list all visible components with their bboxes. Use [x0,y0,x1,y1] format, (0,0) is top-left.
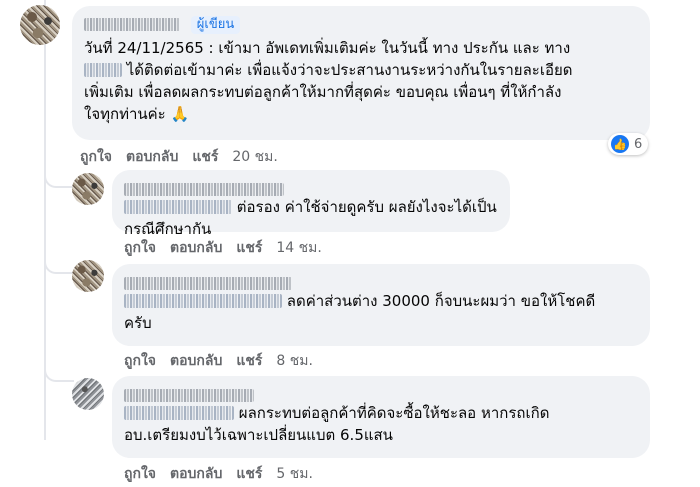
share-button[interactable]: แชร์ [236,463,262,485]
timestamp[interactable]: 5 ชม. [276,463,313,485]
mention-blurred[interactable] [124,406,234,420]
author-name-blurred[interactable] [84,18,180,31]
comment-text-line: ได้ติดต่อเข้ามาค่ะ เพื่อแจ้งว่าจะประสานง… [84,59,638,81]
reaction-summary[interactable]: 👍 6 [608,133,649,155]
reply-text-line: ครับ [124,314,152,332]
comment-author-row: ผู้เขียน [84,13,638,37]
reply-author-blurred[interactable] [124,183,284,196]
reply-connector [44,364,74,382]
reply-actions: ถูกใจ ตอบกลับ แชร์ 14 ชม. [124,237,322,259]
comment-text-line: วันที่ 24/11/2565 : เข้ามา อัพเดทเพิ่มเต… [84,39,571,57]
thumbs-up-icon: 👍 [611,135,629,153]
reply-text-line: ลดค่าส่วนต่าง 30000 ก็จบนะผมว่า ขอให้โชค… [124,290,638,312]
reply-text-line: ต่อรอง ค่าใช้จ่ายดูครับ ผลยังไงจะได้เป็น… [124,198,497,238]
share-button[interactable]: แชร์ [192,146,218,168]
reply-bubble: ลดค่าส่วนต่าง 30000 ก็จบนะผมว่า ขอให้โชค… [112,264,650,346]
reply-button[interactable]: ตอบกลับ [170,237,222,259]
reply-button[interactable]: ตอบกลับ [126,146,178,168]
reply-author-blurred[interactable] [124,389,254,402]
avatar[interactable] [72,260,104,292]
share-button[interactable]: แชร์ [236,237,262,259]
mention-blurred[interactable] [124,294,282,308]
reaction-count: 6 [634,136,643,152]
like-button[interactable]: ถูกใจ [124,237,156,259]
reply-bubble: ผลกระทบต่อลูกค้าที่คิดจะซื้อให้ชะลอ หากร… [112,376,650,458]
reply-author-blurred[interactable] [124,277,292,290]
author-badge: ผู้เขียน [190,15,241,34]
reply-button[interactable]: ตอบกลับ [170,463,222,485]
reply-button[interactable]: ตอบกลับ [170,350,222,372]
comment-actions: ถูกใจ ตอบกลับ แชร์ 20 ชม. [80,146,278,168]
comment-text-line: เพิ่มเติม เพื่อลดผลกระทบต่อลูกค้าให้มากท… [84,83,562,101]
reply-text-line: ผลกระทบต่อลูกค้าที่คิดจะซื้อให้ชะลอ หากร… [124,402,638,424]
reply-bubble: ต่อรอง ค่าใช้จ่ายดูครับ ผลยังไงจะได้เป็น… [112,170,510,238]
timestamp[interactable]: 20 ชม. [232,146,277,168]
reply-connector [44,170,74,188]
like-button[interactable]: ถูกใจ [124,463,156,485]
timestamp[interactable]: 8 ชม. [276,350,313,372]
avatar[interactable] [72,378,104,410]
comment-text: วันที่ 24/11/2565 : เข้ามา อัพเดทเพิ่มเต… [84,37,638,125]
share-button[interactable]: แชร์ [236,350,262,372]
reply-connector [44,256,74,274]
comment-text-line: ใจทุกท่านค่ะ 🙏 [84,105,190,123]
reply-actions: ถูกใจ ตอบกลับ แชร์ 8 ชม. [124,350,313,372]
mention-blurred[interactable] [84,63,122,77]
reply-text-line: อบ.เตรียมงบไว้เฉพาะเปลี่ยนแบต 6.5แสน [124,426,393,444]
timestamp[interactable]: 14 ชม. [276,237,321,259]
reply-actions: ถูกใจ ตอบกลับ แชร์ 5 ชม. [124,463,313,485]
avatar[interactable] [20,5,60,45]
main-comment-bubble: ผู้เขียน วันที่ 24/11/2565 : เข้ามา อัพเ… [72,6,650,140]
avatar[interactable] [72,173,104,205]
like-button[interactable]: ถูกใจ [80,146,112,168]
like-button[interactable]: ถูกใจ [124,350,156,372]
mention-blurred[interactable] [124,200,232,214]
